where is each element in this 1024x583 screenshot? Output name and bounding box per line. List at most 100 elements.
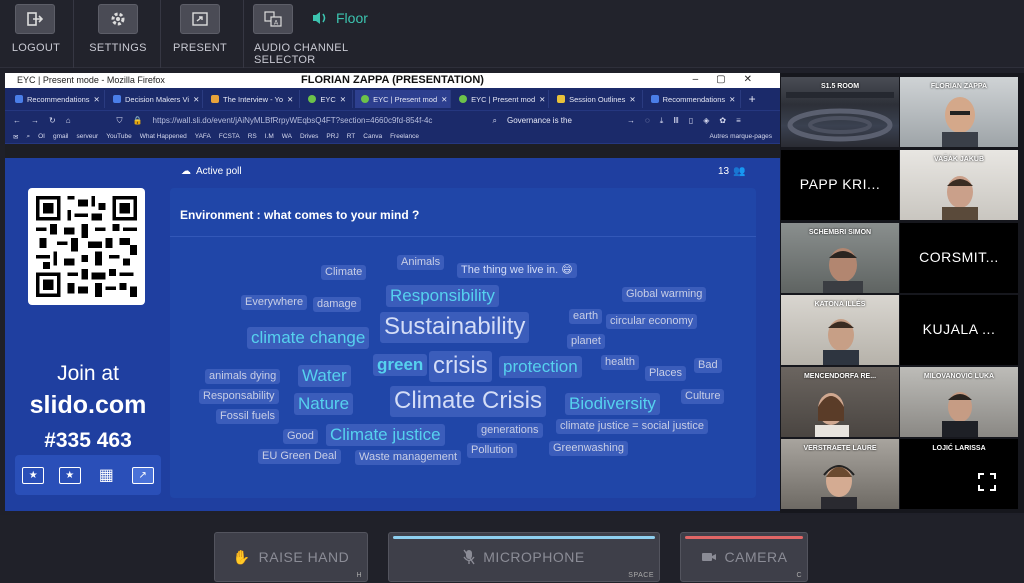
shared-screen: EYC | Present mode - Mozilla Firefox FLO… [5,73,780,511]
channel-name: Floor [336,10,368,26]
participant-tile[interactable]: VERSTRAETE LAURE [781,439,899,509]
browser-tab[interactable]: EYC ✕ [302,90,354,108]
participant-tile[interactable]: CORSMIT... [900,223,1018,293]
bookmark[interactable]: gmail [53,133,69,140]
color-icon[interactable]: ✿ [719,116,726,125]
word: Global warming [622,287,707,303]
word: EU Green Deal [258,449,341,465]
fullscreen-icon[interactable] [978,473,996,491]
raise-hand-button[interactable]: ✋ RAISE HAND H [214,532,368,582]
back-icon[interactable]: ← [13,116,21,125]
browser-tab[interactable]: Session Outlines ✕ [551,90,643,108]
go-icon[interactable]: → [627,116,635,125]
participant-tile[interactable]: FLORIAN ZAPPA [900,77,1018,147]
bottom-toolbar: ✋ RAISE HAND H MICROPHONE SPACE CAMERA C [0,515,1024,583]
audio-channel-button[interactable]: A [253,4,293,34]
library-icon[interactable]: Ⅲ [673,116,679,125]
participant-tile[interactable]: KUJALA ... [900,295,1018,365]
browser-tab[interactable]: The Interview - Yo ✕ [205,90,301,108]
slido-view-controls: ★ ★ ▦ ↗ [15,455,161,495]
bookmark[interactable]: OI [38,133,45,140]
hand-icon: ✋ [232,548,251,565]
bookmark[interactable]: RS [248,133,257,140]
word: Places [645,366,687,382]
bookmark-folder[interactable]: Autres marque-pages [709,133,772,140]
participant-tile[interactable]: PAPP KRI... [781,150,899,220]
active-poll-header: ☁ Active poll [181,166,242,177]
participant-tile[interactable]: S1.5 ROOM [781,77,899,147]
download-icon[interactable]: ⤓ [660,116,664,126]
event-code: #335 463 [44,429,132,452]
extension-icon[interactable]: ◈ [703,116,709,125]
word-cloud-panel: Environment : what comes to your mind ? … [170,188,756,498]
audio-channel-selector[interactable]: Floor [312,10,368,26]
grid-view-icon[interactable]: ▦ [95,467,117,484]
microphone-button[interactable]: MICROPHONE SPACE [388,532,660,582]
sidebar-icon[interactable]: ▯ [689,116,693,125]
browser-tab[interactable]: Decision Makers Vi ✕ [107,90,203,108]
participant-grid: S1.5 ROOM FLORIAN ZAPPA PAPP KRI... VAŠÁ… [780,73,1024,513]
bookmark[interactable]: YouTube [106,133,132,140]
browser-tab[interactable]: EYC | Present mod ✕ [453,90,550,108]
bookmark[interactable]: RT [347,133,356,140]
window-controls: –▢✕ [692,74,770,85]
audio-channel-label: AUDIO CHANNEL SELECTOR [254,42,348,66]
present-icon [192,12,208,26]
participant-tile[interactable]: SCHEMBRI SIMON [781,223,899,293]
bookmark[interactable]: Drives [300,133,318,140]
participant-tile[interactable]: MENCENDORFA RE... [781,367,899,437]
reload-icon[interactable]: ↻ [49,116,56,125]
people-icon: 👥 [733,166,746,177]
settings-button[interactable] [98,4,138,34]
bookmark[interactable]: What Happened [140,133,187,140]
menu-icon[interactable]: ≡ [736,116,741,125]
mail-icon[interactable]: ✉ [13,133,18,141]
word: Climate [321,265,367,281]
word: Everywhere [241,295,308,311]
presenter-label: FLORIAN ZAPPA (PRESENTATION) [301,74,484,86]
word: Waste management [355,450,462,466]
bookmark[interactable]: PRJ [326,133,338,140]
word: Animals [397,255,445,271]
browser-tab[interactable]: Recommendations ✕ [9,90,105,108]
microphone-label: MICROPHONE [483,549,585,565]
forward-icon[interactable]: → [31,116,39,125]
participant-tile[interactable]: MILOVANOVIĆ LUKA [900,367,1018,437]
participant-tile[interactable]: KATONA ILLÉS [781,295,899,365]
participant-tile[interactable]: VAŠÁK JAKUB [900,150,1018,220]
camera-button[interactable]: CAMERA C [680,532,808,582]
word: health [601,355,639,371]
word: generations [477,423,543,439]
search-icon[interactable]: ⌕ [26,133,30,141]
home-icon[interactable]: ⌂ [66,116,71,125]
star-split-icon[interactable]: ★ [58,466,81,484]
logout-button[interactable] [15,4,55,34]
browser-tab-active[interactable]: EYC | Present mod ✕ [355,90,452,108]
bookmark[interactable]: serveur [77,133,99,140]
word: climate justice = social justice [556,419,708,435]
word: Climate Crisis [390,386,547,417]
bookmark[interactable]: Freelance [390,133,419,140]
participant-tile[interactable]: LOJIĆ LARISSA [900,439,1018,509]
word: Biodiversity [565,393,660,416]
browser-tab[interactable]: Recommendations ✕ [645,90,741,108]
present-view-icon[interactable]: ↗ [131,466,154,484]
word: Sustainability [380,312,530,343]
present-button[interactable] [180,4,220,34]
word: Bad [694,358,722,374]
bookmark[interactable]: YAFA [195,133,211,140]
bookmark[interactable]: WA [282,133,292,140]
word: animals dying [205,369,281,385]
cloud-icon: ☁ [181,166,191,177]
url-field[interactable]: https://wall.sli.do/event/jAiNyMLBfRrpyW… [153,116,483,125]
bookmark[interactable]: FCSTA [219,133,240,140]
search-field[interactable]: Governance is the [507,116,617,125]
bookmark[interactable]: I.M [265,133,274,140]
pocket-icon[interactable]: ◌ [645,116,650,125]
shortcut-key: SPACE [628,572,654,579]
star-view-icon[interactable]: ★ [22,466,45,484]
new-tab-icon[interactable]: + [749,92,756,106]
bookmark[interactable]: Canva [363,133,382,140]
join-at-label: Join at [57,362,119,385]
logout-icon [27,12,43,26]
